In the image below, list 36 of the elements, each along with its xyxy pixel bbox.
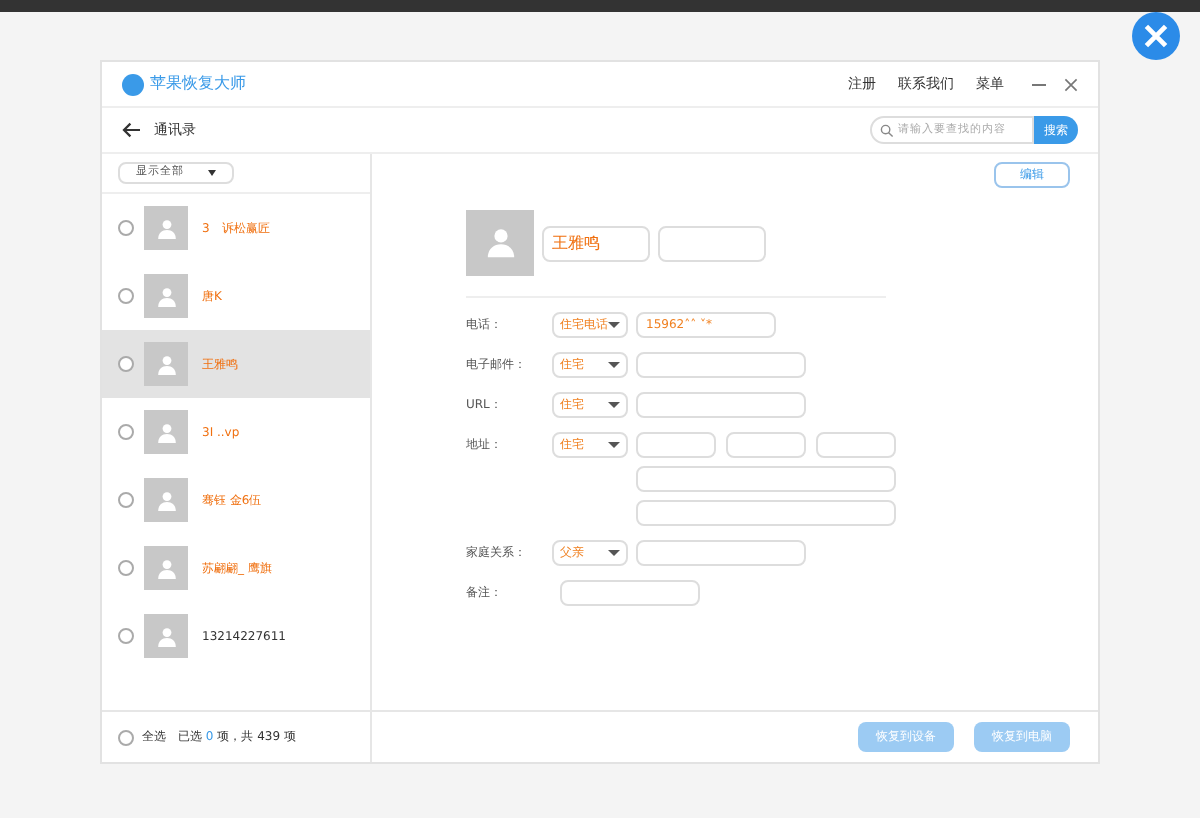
avatar-icon bbox=[144, 410, 188, 454]
first-name-field[interactable]: 王雅鸣 bbox=[542, 225, 650, 261]
input-field[interactable] bbox=[636, 466, 896, 492]
search-icon bbox=[880, 123, 894, 137]
input-field[interactable] bbox=[636, 500, 896, 526]
close-button[interactable] bbox=[1132, 12, 1180, 60]
input-field[interactable] bbox=[636, 540, 806, 566]
input-field[interactable] bbox=[560, 580, 700, 606]
radio-button[interactable] bbox=[118, 288, 134, 304]
avatar-icon bbox=[466, 210, 534, 276]
close-icon bbox=[1144, 24, 1168, 48]
logo-icon bbox=[122, 73, 144, 95]
radio-button[interactable] bbox=[118, 220, 134, 236]
avatar-icon bbox=[144, 546, 188, 590]
radio-button[interactable] bbox=[118, 560, 134, 576]
input-field[interactable] bbox=[726, 432, 806, 458]
radio-button[interactable] bbox=[118, 356, 134, 372]
app-title: 苹果恢复大师 bbox=[150, 72, 246, 96]
radio-button[interactable] bbox=[118, 729, 134, 745]
radio-button[interactable] bbox=[118, 424, 134, 440]
back-arrow-icon[interactable] bbox=[122, 122, 142, 138]
avatar-icon bbox=[144, 274, 188, 318]
caret-icon bbox=[208, 170, 216, 176]
radio-button[interactable] bbox=[118, 492, 134, 508]
input-field[interactable] bbox=[636, 432, 716, 458]
avatar-icon bbox=[144, 614, 188, 658]
last-name-field[interactable] bbox=[658, 225, 766, 261]
input-field[interactable] bbox=[636, 392, 806, 418]
minimize-icon[interactable] bbox=[1032, 83, 1046, 85]
avatar-icon bbox=[144, 342, 188, 386]
avatar-icon bbox=[144, 206, 188, 250]
radio-button[interactable] bbox=[118, 628, 134, 644]
avatar-icon bbox=[144, 478, 188, 522]
input-field[interactable] bbox=[816, 432, 896, 458]
close-icon[interactable] bbox=[1064, 77, 1078, 91]
input-field[interactable] bbox=[636, 352, 806, 378]
